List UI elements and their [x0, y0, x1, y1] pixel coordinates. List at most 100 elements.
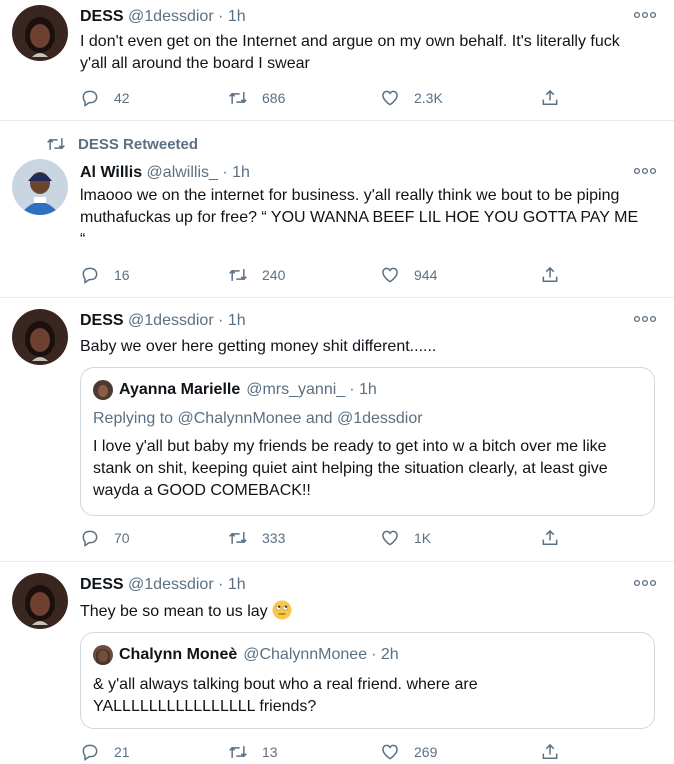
reply-count: 42: [114, 90, 130, 106]
like-button[interactable]: 269: [380, 740, 437, 764]
tweet-header: DESS @1dessdior · 1h: [80, 311, 246, 331]
tweet-header: Al Willis @alwillis_ · 1h: [80, 163, 250, 183]
retweet-icon: [228, 265, 248, 285]
tweet-time[interactable]: · 1h: [222, 164, 250, 181]
tweet-header: DESS @1dessdior · 1h: [80, 7, 246, 27]
reply-button[interactable]: 21: [80, 740, 130, 764]
face-with-rolling-eyes-icon: [272, 600, 292, 620]
retweet-icon: [228, 742, 248, 762]
retweet-count: 333: [262, 530, 286, 546]
quoted-tweet-time: · 2h: [371, 646, 399, 663]
quoted-author-handle: @mrs_yanni_: [246, 381, 346, 398]
more-icon[interactable]: [634, 578, 656, 588]
avatar[interactable]: [12, 309, 68, 365]
reply-count: 70: [114, 530, 130, 546]
tweet-actions: 21 13 269: [80, 740, 564, 764]
retweeted-by-label: DESS Retweeted: [78, 135, 199, 153]
tweet-actions: 42 686 2.3K: [80, 86, 564, 110]
tweet-text: lmaooo we on the internet for business. …: [80, 187, 639, 248]
replying-to-prefix: Replying to: [93, 410, 174, 427]
author-handle[interactable]: @1dessdior: [128, 312, 214, 329]
reply-button[interactable]: 70: [80, 526, 130, 550]
tweet-header: DESS @1dessdior · 1h: [80, 575, 246, 595]
tweet-time[interactable]: · 1h: [218, 576, 246, 593]
tweet-2[interactable]: DESS Retweeted Al Willis @alwillis_ · 1h…: [0, 121, 674, 298]
reply-count: 21: [114, 744, 130, 760]
reply-icon: [80, 88, 100, 108]
retweet-button[interactable]: 13: [228, 740, 278, 764]
retweet-count: 240: [262, 267, 286, 283]
retweet-icon: [46, 134, 66, 154]
author-name[interactable]: DESS: [80, 312, 124, 329]
tweet-3[interactable]: DESS @1dessdior · 1h Baby we over here g…: [0, 298, 674, 562]
quoted-tweet-text: & y'all always talking bout who a real f…: [93, 676, 478, 715]
share-icon: [540, 265, 560, 285]
tweet-text: I don't even get on the Internet and arg…: [80, 33, 620, 72]
avatar: [93, 645, 113, 665]
share-icon: [540, 528, 560, 548]
tweet-text-content: They be so mean to us lay: [80, 603, 268, 620]
author-handle[interactable]: @1dessdior: [128, 8, 214, 25]
quoted-tweet[interactable]: Ayanna Marielle @mrs_yanni_ · 1h Replyin…: [80, 367, 655, 516]
reply-icon: [80, 742, 100, 762]
share-button[interactable]: [540, 263, 574, 287]
author-handle[interactable]: @alwillis_: [147, 164, 218, 181]
reply-icon: [80, 265, 100, 285]
retweet-button[interactable]: 686: [228, 86, 285, 110]
like-button[interactable]: 2.3K: [380, 86, 443, 110]
retweet-count: 13: [262, 744, 278, 760]
reply-button[interactable]: 16: [80, 263, 130, 287]
share-button[interactable]: [540, 86, 574, 110]
retweet-count: 686: [262, 90, 286, 106]
quoted-author-handle: @ChalynnMonee: [243, 646, 368, 663]
replying-to: Replying to @ChalynnMonee and @1dessdior: [93, 410, 423, 428]
tweet-time[interactable]: · 1h: [218, 8, 246, 25]
author-name[interactable]: DESS: [80, 576, 124, 593]
share-button[interactable]: [540, 526, 574, 550]
more-icon[interactable]: [634, 10, 656, 20]
author-handle[interactable]: @1dessdior: [128, 576, 214, 593]
tweet-1[interactable]: DESS @1dessdior · 1h I don't even get on…: [0, 0, 674, 121]
quoted-author-name: Chalynn Moneè: [119, 646, 238, 663]
author-name[interactable]: Al Willis: [80, 164, 142, 181]
retweet-button[interactable]: 240: [228, 263, 285, 287]
like-button[interactable]: 1K: [380, 526, 431, 550]
like-icon: [380, 742, 400, 762]
share-icon: [540, 88, 560, 108]
tweet-4[interactable]: DESS @1dessdior · 1h They be so mean to …: [0, 562, 674, 763]
tweet-text: Baby we over here getting money shit dif…: [80, 338, 437, 355]
tweet-time[interactable]: · 1h: [218, 312, 246, 329]
reply-count: 16: [114, 267, 130, 283]
quoted-tweet[interactable]: Chalynn Moneè @ChalynnMonee · 2h & y'all…: [80, 632, 655, 729]
like-count: 1K: [414, 530, 432, 546]
avatar[interactable]: [12, 573, 68, 629]
like-icon: [380, 265, 400, 285]
avatar[interactable]: [12, 159, 68, 215]
more-icon[interactable]: [634, 166, 656, 176]
tweet-actions: 70 333 1K: [80, 526, 564, 550]
retweeted-by[interactable]: DESS Retweeted: [46, 134, 198, 154]
replying-to-users[interactable]: @ChalynnMonee and @1dessdior: [178, 410, 423, 427]
reply-button[interactable]: 42: [80, 86, 130, 110]
quoted-tweet-text: I love y'all but baby my friends be read…: [93, 438, 608, 499]
retweet-button[interactable]: 333: [228, 526, 285, 550]
like-count: 944: [414, 267, 438, 283]
retweet-icon: [228, 88, 248, 108]
like-icon: [380, 528, 400, 548]
like-count: 269: [414, 744, 438, 760]
avatar[interactable]: [12, 5, 68, 61]
share-button[interactable]: [540, 740, 574, 764]
quoted-tweet-header: Chalynn Moneè @ChalynnMonee · 2h: [93, 645, 399, 665]
share-icon: [540, 742, 560, 762]
quoted-author-name: Ayanna Marielle: [119, 381, 241, 398]
like-count: 2.3K: [414, 90, 443, 106]
author-name[interactable]: DESS: [80, 8, 124, 25]
reply-icon: [80, 528, 100, 548]
like-button[interactable]: 944: [380, 263, 437, 287]
like-icon: [380, 88, 400, 108]
more-icon[interactable]: [634, 314, 656, 324]
retweet-icon: [228, 528, 248, 548]
quoted-tweet-header: Ayanna Marielle @mrs_yanni_ · 1h: [93, 380, 377, 400]
avatar: [93, 380, 113, 400]
quoted-tweet-time: · 1h: [349, 381, 377, 398]
